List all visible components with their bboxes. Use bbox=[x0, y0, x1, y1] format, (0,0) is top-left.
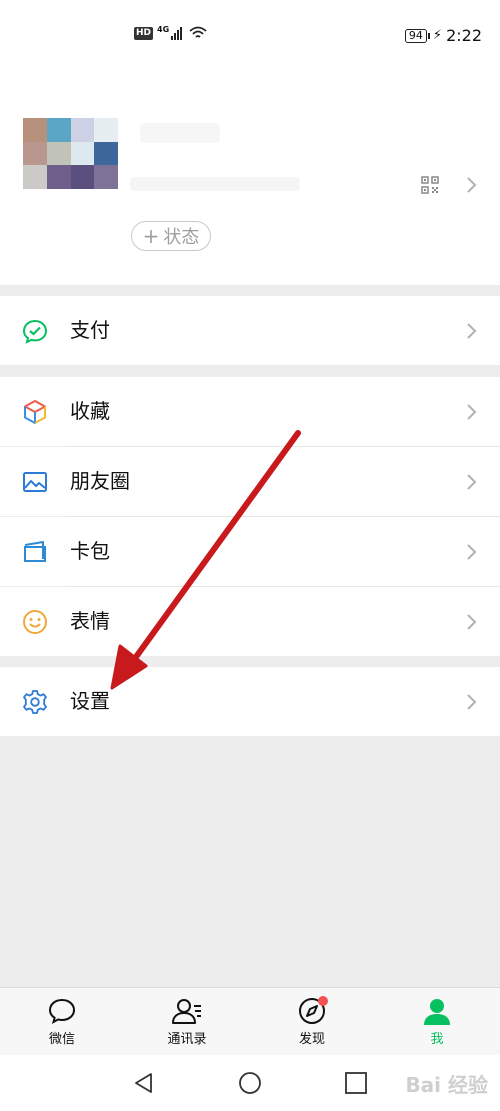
discover-badge-dot bbox=[318, 996, 328, 1006]
pay-check-bubble-icon bbox=[22, 319, 48, 344]
chevron-right-icon bbox=[467, 474, 477, 490]
menu-item-settings[interactable]: 设置 bbox=[0, 667, 500, 736]
battery-level: 94 bbox=[404, 28, 430, 43]
tab-label: 微信 bbox=[48, 1032, 75, 1047]
avatar-pixel bbox=[46, 165, 71, 189]
status-icons-right: 94 ⚡ 2:22 bbox=[404, 26, 482, 45]
gear-icon bbox=[23, 690, 47, 714]
profile-header[interactable]: + 状态 bbox=[0, 75, 500, 285]
back-icon[interactable] bbox=[132, 1071, 156, 1095]
avatar-pixel bbox=[46, 141, 71, 166]
blurred-wechat-id bbox=[130, 177, 300, 191]
clock: 2:22 bbox=[446, 26, 482, 45]
menu-label-cards: 卡包 bbox=[70, 539, 110, 563]
chevron-right-icon bbox=[467, 177, 477, 193]
menu-item-cards[interactable]: 卡包 bbox=[0, 517, 500, 586]
avatar[interactable] bbox=[23, 118, 118, 189]
avatar-pixel bbox=[94, 118, 118, 142]
chevron-right-icon bbox=[467, 544, 477, 560]
hd-badge: HD bbox=[134, 26, 154, 40]
tab-discover[interactable]: 发现 bbox=[272, 996, 352, 1047]
menu-label-moments: 朋友圈 bbox=[70, 469, 130, 493]
tab-me[interactable]: 我 bbox=[397, 996, 477, 1047]
recents-icon[interactable] bbox=[344, 1071, 368, 1095]
chevron-right-icon bbox=[467, 694, 477, 710]
tab-label: 我 bbox=[430, 1032, 444, 1047]
avatar-pixel bbox=[70, 141, 95, 166]
avatar-pixel bbox=[94, 141, 118, 166]
menu-item-moments[interactable]: 朋友圈 bbox=[0, 447, 500, 516]
person-icon bbox=[424, 999, 450, 1025]
card-wallet-icon bbox=[24, 541, 46, 562]
status-icons-left: HD 4G bbox=[134, 24, 207, 40]
menu-item-stickers[interactable]: 表情 bbox=[0, 587, 500, 656]
bottom-tab-bar: 微信 通讯录 发现 我 bbox=[0, 987, 500, 1056]
chat-bubble-icon bbox=[48, 998, 76, 1024]
avatar-pixel bbox=[23, 118, 47, 142]
chevron-right-icon bbox=[467, 404, 477, 420]
avatar-pixel bbox=[70, 165, 95, 189]
avatar-pixel bbox=[23, 141, 47, 166]
avatar-pixel bbox=[94, 165, 118, 189]
avatar-pixel bbox=[23, 165, 47, 189]
menu-item-favorites[interactable]: 收藏 bbox=[0, 377, 500, 446]
tab-label: 通讯录 bbox=[167, 1032, 207, 1047]
network-type: 4G bbox=[157, 24, 170, 34]
tab-label: 发现 bbox=[298, 1032, 325, 1047]
avatar-pixel bbox=[46, 118, 71, 142]
tab-chats[interactable]: 微信 bbox=[22, 996, 102, 1047]
contacts-icon bbox=[172, 999, 201, 1024]
plus-icon: + bbox=[142, 224, 160, 248]
home-icon[interactable] bbox=[238, 1071, 262, 1095]
avatar-pixel bbox=[70, 118, 95, 142]
system-nav-bar: Bai 经验 bbox=[0, 1055, 500, 1111]
charging-icon: ⚡ bbox=[432, 28, 443, 43]
menu-label-pay: 支付 bbox=[70, 318, 110, 342]
wifi-icon bbox=[189, 26, 207, 38]
smiley-icon bbox=[23, 610, 47, 634]
photo-icon bbox=[23, 472, 47, 492]
watermark: Bai 经验 bbox=[405, 1073, 488, 1097]
signal-icon bbox=[171, 27, 183, 40]
tab-contacts[interactable]: 通讯录 bbox=[147, 996, 227, 1047]
chevron-right-icon bbox=[467, 614, 477, 630]
cube-icon bbox=[24, 400, 46, 424]
menu-label-settings: 设置 bbox=[70, 689, 110, 713]
add-status-button[interactable]: + 状态 bbox=[131, 221, 211, 251]
chevron-right-icon bbox=[467, 323, 477, 339]
blurred-nickname bbox=[140, 123, 220, 143]
qr-code-icon[interactable] bbox=[421, 176, 439, 194]
status-bar: HD 4G 94 ⚡ 2:22 bbox=[0, 0, 500, 75]
status-button-label: 状态 bbox=[163, 227, 200, 248]
menu-label-favorites: 收藏 bbox=[70, 399, 110, 423]
menu-item-pay[interactable]: 支付 bbox=[0, 296, 500, 365]
menu-label-stickers: 表情 bbox=[70, 609, 110, 633]
